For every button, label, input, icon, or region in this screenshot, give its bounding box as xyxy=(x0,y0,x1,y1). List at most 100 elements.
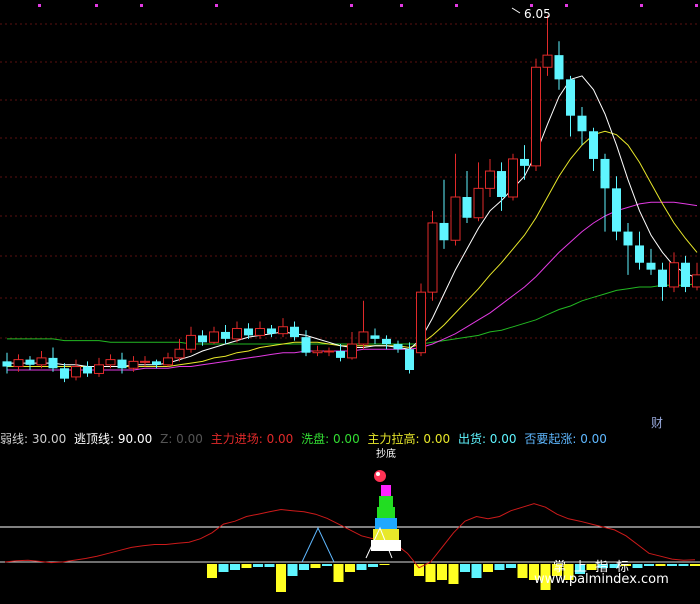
signal-bar xyxy=(218,564,229,572)
candle-body-up xyxy=(324,350,334,353)
candle-body-down xyxy=(198,335,207,343)
candle-body-down xyxy=(83,366,92,374)
signal-bar xyxy=(264,564,275,567)
signal-bar xyxy=(207,564,217,578)
candle-body-up xyxy=(232,327,242,340)
signal-bar xyxy=(425,564,436,582)
top-dot xyxy=(400,4,403,7)
candle-body-up xyxy=(427,222,438,293)
top-dot xyxy=(695,4,698,7)
signal-bar xyxy=(483,564,493,572)
candle-body-down xyxy=(635,245,644,263)
candle-body-up xyxy=(140,360,150,363)
candle-body-up xyxy=(13,359,24,368)
candle-body-up xyxy=(255,327,265,336)
signal-bar xyxy=(506,564,516,568)
candle-body-up xyxy=(542,54,553,68)
candle-body-down xyxy=(2,361,12,367)
candle-body-up xyxy=(485,170,495,189)
signal-bar xyxy=(368,564,378,567)
candle-body-down xyxy=(600,158,610,189)
stack-layer xyxy=(379,496,393,507)
candle-body-up xyxy=(669,262,679,288)
candle-body-down xyxy=(646,262,656,270)
peak-pointer xyxy=(511,7,521,14)
top-dot xyxy=(215,4,218,7)
candle-body-down xyxy=(382,338,391,345)
signal-bar xyxy=(276,564,286,592)
candle-body-down xyxy=(681,262,690,287)
cyan-spike xyxy=(301,526,335,563)
candle-body-down xyxy=(244,328,253,336)
signal-bar xyxy=(644,564,654,566)
stack-layer xyxy=(381,485,391,496)
stack-layer xyxy=(375,518,397,529)
candle-body-down xyxy=(336,350,345,358)
candle-body-up xyxy=(209,331,219,343)
signal-bar xyxy=(299,564,309,570)
signal-bar xyxy=(310,564,321,568)
top-dot xyxy=(455,4,458,7)
indicator-top-line: 逃顶线: 90.00 xyxy=(74,432,153,446)
candle-body-down xyxy=(439,222,449,241)
top-markers xyxy=(38,4,698,7)
candle-body-up xyxy=(358,331,369,345)
candle-body-down xyxy=(370,335,380,339)
candle-body-down xyxy=(152,361,161,365)
candle-body-up xyxy=(473,187,484,219)
price-grid xyxy=(0,23,700,339)
candle-body-up xyxy=(416,291,426,354)
peak-price-label: 6.05 xyxy=(524,7,551,21)
top-dot xyxy=(350,4,353,7)
candles xyxy=(2,15,700,383)
candle-body-up xyxy=(163,357,173,366)
signal-bar xyxy=(448,564,459,584)
indicator-main-entry: 主力进场: 0.00 xyxy=(210,432,294,446)
signal-bar xyxy=(494,564,505,570)
candle-body-down xyxy=(301,337,311,353)
indicator-z: Z: 0.00 xyxy=(160,432,203,446)
signal-bar xyxy=(655,564,666,566)
candle-body-down xyxy=(566,79,575,116)
candle-body-down xyxy=(462,197,472,218)
signal-bar xyxy=(287,564,298,576)
signal-bar xyxy=(379,564,390,565)
signal-bar xyxy=(678,564,689,566)
indicator-legend: 弱线: 30.00 逃顶线: 90.00 Z: 0.00 主力进场: 0.00 … xyxy=(0,430,700,448)
top-dot xyxy=(140,4,143,7)
indicator-weak-line: 弱线: 30.00 xyxy=(0,432,67,446)
candle-body-up xyxy=(105,359,116,366)
candle-body-up xyxy=(71,366,81,378)
buy-signal-label: 抄底 xyxy=(376,448,396,460)
candle-body-down xyxy=(221,331,230,339)
watermark-url: www.palmindex.com xyxy=(534,572,669,587)
indicator-rise-signal: 否要起涨: 0.00 xyxy=(524,432,607,446)
signal-bar xyxy=(333,564,344,582)
signal-bar xyxy=(230,564,240,570)
candle-body-up xyxy=(347,343,357,359)
top-dot xyxy=(640,4,643,7)
candle-body-up xyxy=(692,274,700,288)
candle-body-down xyxy=(25,359,35,365)
top-dot xyxy=(38,4,41,7)
candle-body-down xyxy=(554,55,564,80)
candle-body-up xyxy=(278,326,288,335)
candle-body-down xyxy=(393,344,403,350)
signal-bar xyxy=(517,564,528,578)
candle-body-down xyxy=(60,368,69,379)
candle-body-up xyxy=(312,350,323,354)
candle-body-up xyxy=(531,66,541,167)
stack-layer xyxy=(377,507,395,518)
candle-body-down xyxy=(48,357,58,369)
signal-bar xyxy=(241,564,252,568)
candle-body-down xyxy=(612,188,621,232)
candle-body-up xyxy=(450,196,461,241)
signal-bar xyxy=(690,564,700,566)
candle-body-up xyxy=(128,360,139,369)
candlestick-chart[interactable]: 6.05 xyxy=(0,0,700,430)
top-dot xyxy=(565,4,568,7)
indicator-distribution: 出货: 0.00 xyxy=(457,432,517,446)
candle-body-up xyxy=(174,348,185,359)
buy-signal-stack xyxy=(365,470,401,559)
candle-body-down xyxy=(117,359,127,369)
